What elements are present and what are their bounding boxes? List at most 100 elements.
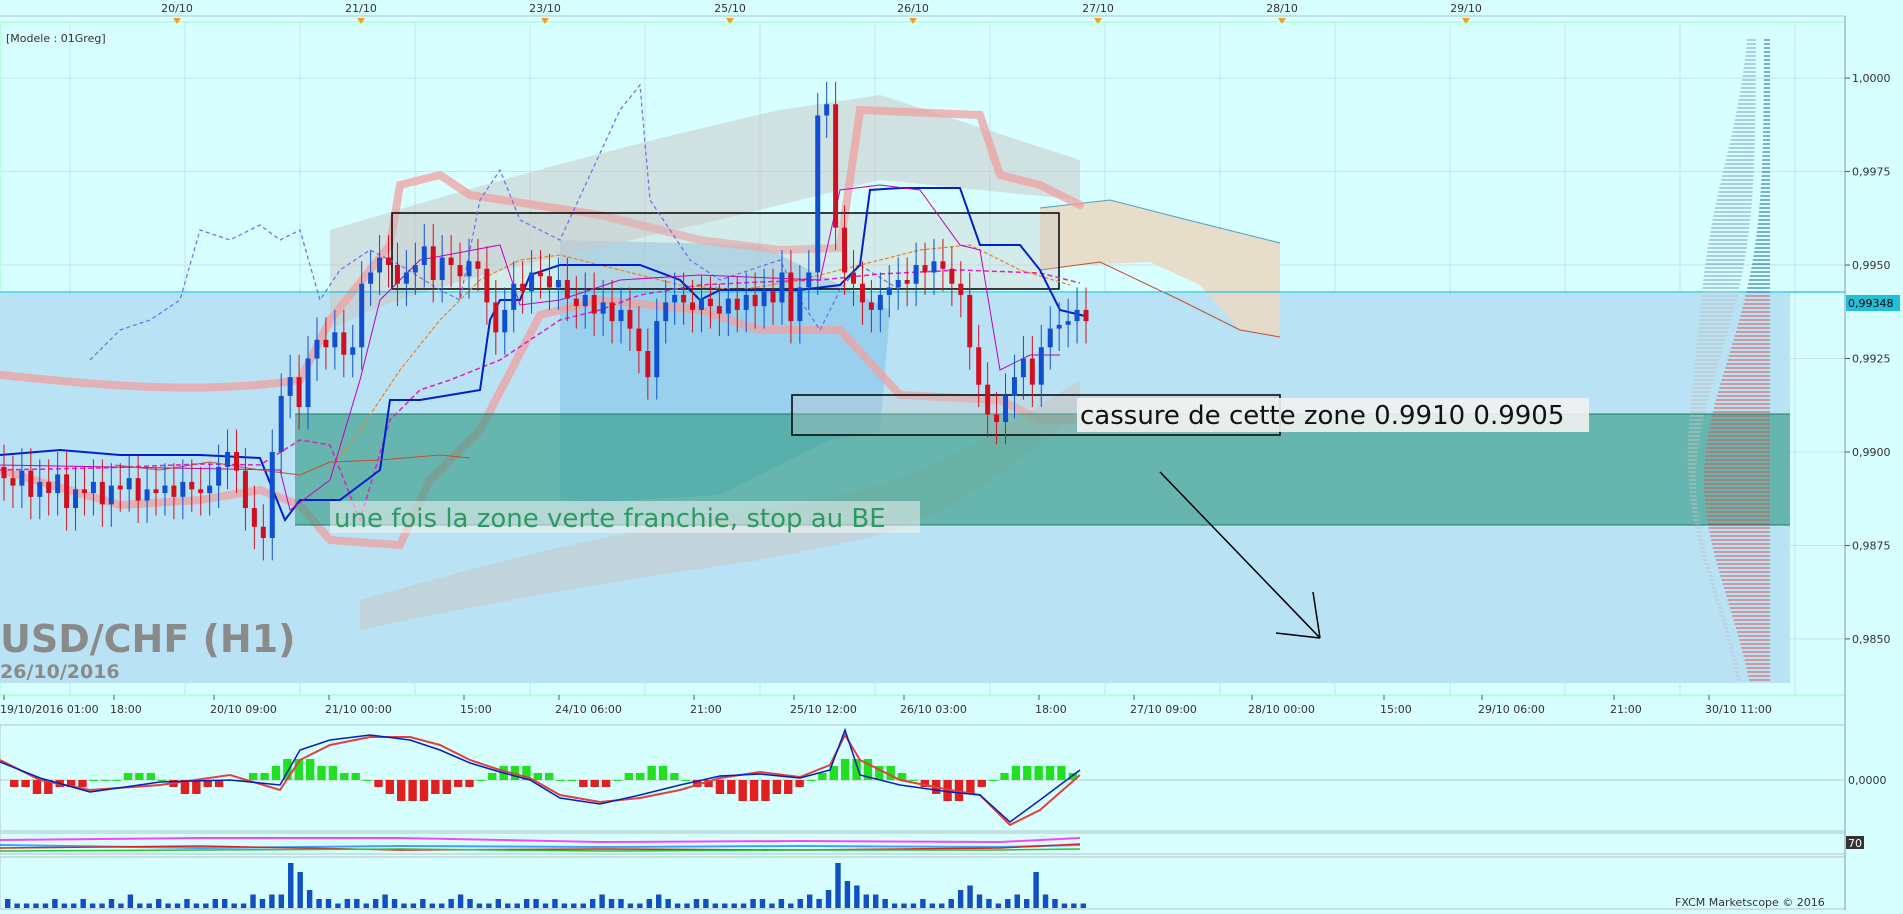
candle-body[interactable]: [752, 294, 758, 307]
candle-body[interactable]: [582, 294, 588, 307]
candle-body[interactable]: [189, 481, 195, 490]
candle-body[interactable]: [788, 272, 794, 322]
candle-body[interactable]: [779, 272, 785, 303]
candle-body[interactable]: [564, 279, 570, 299]
candle-body[interactable]: [994, 414, 1000, 423]
candle-body[interactable]: [690, 302, 696, 310]
candle-body[interactable]: [1047, 328, 1053, 348]
candle-body[interactable]: [815, 115, 821, 273]
candle-body[interactable]: [421, 246, 427, 266]
candle-body[interactable]: [1, 466, 7, 479]
candle-body[interactable]: [153, 489, 159, 494]
candle-body[interactable]: [81, 489, 87, 494]
candle-body[interactable]: [251, 508, 257, 527]
candle-body[interactable]: [698, 298, 704, 310]
candle-body[interactable]: [538, 272, 544, 277]
candle-body[interactable]: [269, 451, 275, 538]
candle-body[interactable]: [341, 332, 347, 355]
candle-body[interactable]: [627, 309, 633, 329]
candle-body[interactable]: [323, 339, 329, 348]
candle-body[interactable]: [1065, 321, 1071, 325]
candle-body[interactable]: [368, 272, 374, 284]
candle-body[interactable]: [37, 481, 43, 497]
candle-body[interactable]: [851, 272, 857, 284]
candle-body[interactable]: [609, 302, 615, 322]
candle-body[interactable]: [207, 485, 213, 494]
candle-body[interactable]: [931, 261, 937, 273]
candle-body[interactable]: [448, 257, 454, 266]
candle-body[interactable]: [46, 481, 52, 494]
candle-body[interactable]: [681, 294, 687, 303]
candle-body[interactable]: [877, 294, 883, 310]
candle-body[interactable]: [171, 485, 177, 497]
candle-body[interactable]: [672, 294, 678, 303]
candle-body[interactable]: [654, 321, 660, 378]
candle-body[interactable]: [725, 298, 731, 314]
candle-body[interactable]: [976, 347, 982, 385]
candle-body[interactable]: [1038, 347, 1044, 385]
candle-body[interactable]: [180, 481, 186, 497]
candle-body[interactable]: [529, 272, 535, 292]
candle-body[interactable]: [716, 306, 722, 314]
candle-body[interactable]: [985, 384, 991, 415]
candle-body[interactable]: [886, 287, 892, 295]
candle-body[interactable]: [842, 227, 848, 273]
candle-body[interactable]: [278, 395, 284, 452]
candle-body[interactable]: [55, 474, 61, 494]
candle-body[interactable]: [895, 279, 901, 288]
candle-body[interactable]: [439, 257, 445, 280]
candle-body[interactable]: [868, 302, 874, 310]
candle-body[interactable]: [770, 291, 776, 303]
candle-body[interactable]: [314, 339, 320, 359]
candle-body[interactable]: [350, 347, 356, 355]
candle-body[interactable]: [260, 526, 266, 538]
candle-body[interactable]: [117, 485, 123, 490]
candle-body[interactable]: [520, 283, 526, 292]
candle-body[interactable]: [359, 283, 365, 348]
candle-body[interactable]: [600, 302, 606, 314]
candle-body[interactable]: [296, 377, 302, 408]
candle-body[interactable]: [546, 276, 552, 288]
candle-body[interactable]: [412, 265, 418, 273]
candle-body[interactable]: [126, 478, 132, 490]
candle-body[interactable]: [73, 489, 79, 509]
candle-body[interactable]: [430, 246, 436, 280]
candle-body[interactable]: [1074, 309, 1080, 322]
candle-body[interactable]: [90, 481, 96, 494]
candle-body[interactable]: [734, 298, 740, 310]
candle-body[interactable]: [1056, 324, 1062, 329]
candle-body[interactable]: [144, 489, 150, 501]
candle-body[interactable]: [225, 451, 231, 467]
candle-body[interactable]: [904, 279, 910, 284]
candle-body[interactable]: [1003, 395, 1009, 423]
candle-body[interactable]: [743, 294, 749, 310]
candle-body[interactable]: [475, 261, 481, 269]
candle-body[interactable]: [913, 265, 919, 284]
candle-body[interactable]: [1011, 377, 1017, 396]
candle-body[interactable]: [377, 257, 383, 273]
candle-body[interactable]: [305, 358, 311, 408]
candle-body[interactable]: [663, 302, 669, 322]
candle-body[interactable]: [216, 466, 222, 486]
candle-body[interactable]: [28, 470, 34, 497]
candle-body[interactable]: [466, 261, 472, 277]
candle-body[interactable]: [1083, 309, 1089, 322]
chart-canvas[interactable]: cassure de cette zone 0.9910 0.9905 une …: [0, 0, 1903, 910]
candle-body[interactable]: [591, 294, 597, 314]
candle-body[interactable]: [135, 478, 141, 501]
candle-body[interactable]: [859, 283, 865, 303]
candle-body[interactable]: [761, 291, 767, 307]
candle-body[interactable]: [1020, 358, 1026, 378]
candle-body[interactable]: [108, 485, 114, 505]
candle-body[interactable]: [806, 272, 812, 288]
candle-body[interactable]: [484, 268, 490, 303]
candle-body[interactable]: [457, 265, 463, 277]
candle-body[interactable]: [555, 279, 561, 288]
candle-body[interactable]: [493, 302, 499, 333]
candle-body[interactable]: [511, 283, 517, 310]
candle-body[interactable]: [242, 470, 248, 509]
candle-body[interactable]: [967, 294, 973, 348]
candle-body[interactable]: [10, 478, 16, 486]
candle-body[interactable]: [618, 309, 624, 322]
candle-body[interactable]: [99, 481, 105, 505]
